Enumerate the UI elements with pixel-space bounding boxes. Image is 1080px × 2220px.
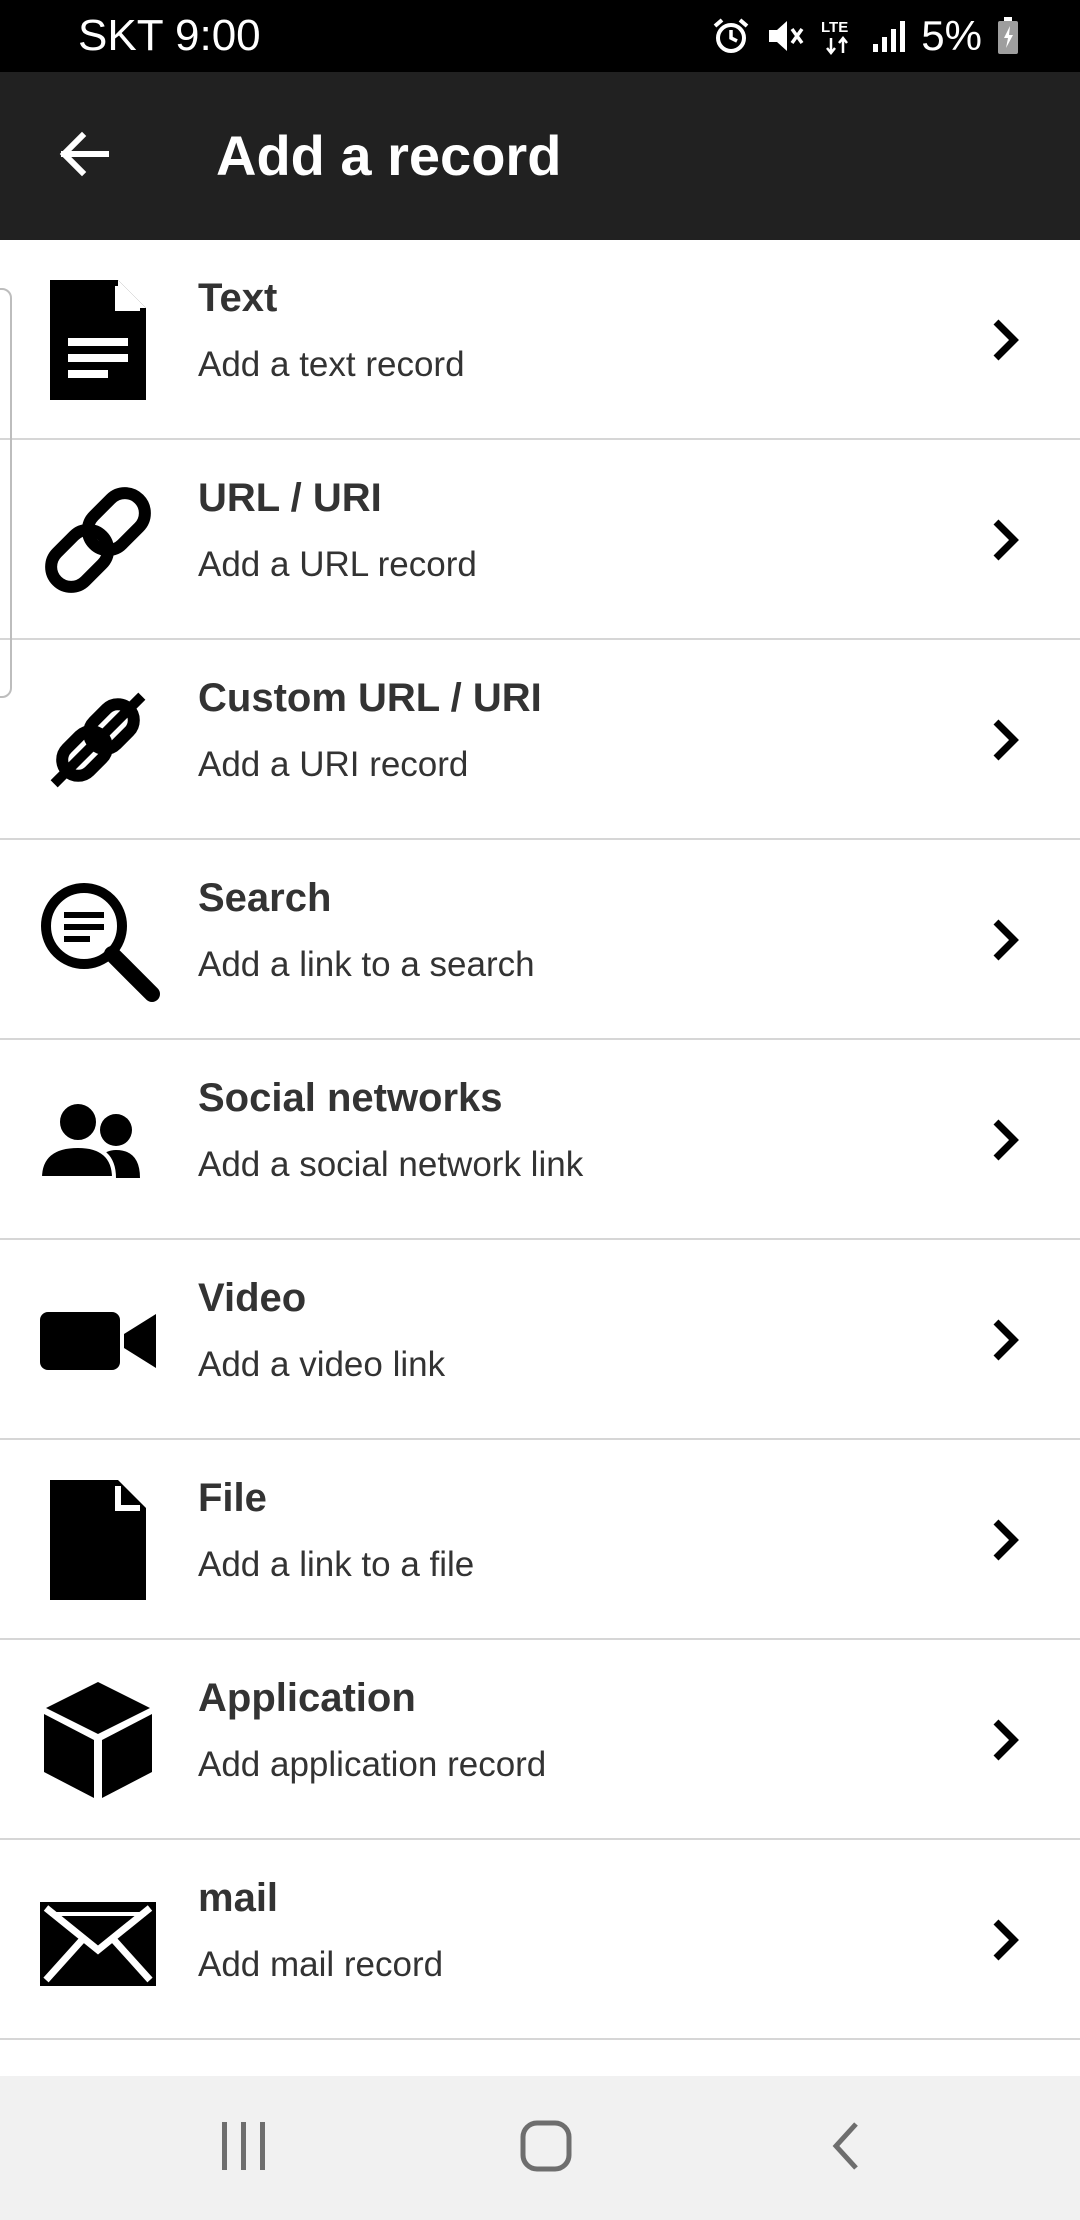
alarm-icon [711, 16, 751, 56]
page-title: Add a record [216, 124, 562, 187]
back-icon [824, 2118, 872, 2179]
record-item-file[interactable]: File Add a link to a file [0, 1440, 1080, 1640]
home-button[interactable] [510, 2112, 582, 2184]
chevron-right-icon [982, 1916, 1030, 1964]
chevron-right-icon [982, 1316, 1030, 1364]
lte-icon: LTE [819, 16, 857, 56]
mail-icon [36, 1878, 160, 2002]
record-title: Text [198, 276, 278, 320]
file-icon [36, 1478, 160, 1602]
status-bar: SKT 9:00 LTE 5% [0, 0, 1080, 72]
back-button[interactable] [40, 112, 128, 200]
record-list: Text Add a text record URL / URI Add a U… [0, 240, 1080, 2040]
home-icon [518, 2118, 574, 2179]
people-icon [36, 1078, 160, 1202]
record-subtitle: Add a link to a file [198, 1545, 475, 1584]
record-title: Application [198, 1676, 416, 1720]
search-icon [36, 878, 160, 1002]
record-subtitle: Add a video link [198, 1345, 446, 1384]
record-title: URL / URI [198, 476, 382, 520]
chevron-right-icon [982, 316, 1030, 364]
record-item-text[interactable]: Text Add a text record [0, 240, 1080, 440]
record-title: mail [198, 1876, 279, 1920]
record-item-custom-url[interactable]: Custom URL / URI Add a URI record [0, 640, 1080, 840]
arrow-left-icon [56, 126, 112, 187]
record-subtitle: Add mail record [198, 1945, 444, 1984]
record-item-application[interactable]: Application Add application record [0, 1640, 1080, 1840]
record-title: Video [198, 1276, 307, 1320]
record-title: Search [198, 876, 332, 920]
record-subtitle: Add application record [198, 1745, 547, 1784]
nav-back-button[interactable] [812, 2112, 884, 2184]
record-subtitle: Add a URI record [198, 745, 469, 784]
chevron-right-icon [982, 516, 1030, 564]
record-subtitle: Add a URL record [198, 545, 477, 584]
record-title: File [198, 1476, 267, 1520]
record-subtitle: Add a link to a search [198, 945, 535, 984]
chevron-right-icon [982, 1116, 1030, 1164]
signal-icon [871, 16, 907, 56]
record-item-mail[interactable]: mail Add mail record [0, 1840, 1080, 2040]
record-item-video[interactable]: Video Add a video link [0, 1240, 1080, 1440]
chevron-right-icon [982, 1716, 1030, 1764]
recents-button[interactable] [208, 2112, 280, 2184]
link-icon [36, 478, 160, 602]
custom-link-icon [36, 678, 160, 802]
app-bar: Add a record [0, 72, 1080, 240]
record-item-social[interactable]: Social networks Add a social network lin… [0, 1040, 1080, 1240]
system-nav-bar [0, 2076, 1080, 2220]
mute-icon [765, 16, 805, 56]
battery-percent: 5% [921, 12, 982, 59]
record-title: Custom URL / URI [198, 676, 542, 720]
recents-icon [220, 2118, 268, 2179]
battery-icon [996, 16, 1020, 56]
record-title: Social networks [198, 1076, 503, 1120]
record-subtitle: Add a social network link [198, 1145, 584, 1184]
chevron-right-icon [982, 916, 1030, 964]
cube-icon [36, 1678, 160, 1802]
svg-text:LTE: LTE [821, 19, 848, 36]
carrier-time: SKT 9:00 [78, 11, 261, 60]
record-item-search[interactable]: Search Add a link to a search [0, 840, 1080, 1040]
record-item-url[interactable]: URL / URI Add a URL record [0, 440, 1080, 640]
scroll-handle[interactable] [0, 288, 12, 698]
text-document-icon [36, 278, 160, 402]
status-icons: LTE 5% [711, 12, 1020, 60]
chevron-right-icon [982, 716, 1030, 764]
record-subtitle: Add a text record [198, 345, 465, 384]
video-camera-icon [36, 1278, 160, 1402]
chevron-right-icon [982, 1516, 1030, 1564]
